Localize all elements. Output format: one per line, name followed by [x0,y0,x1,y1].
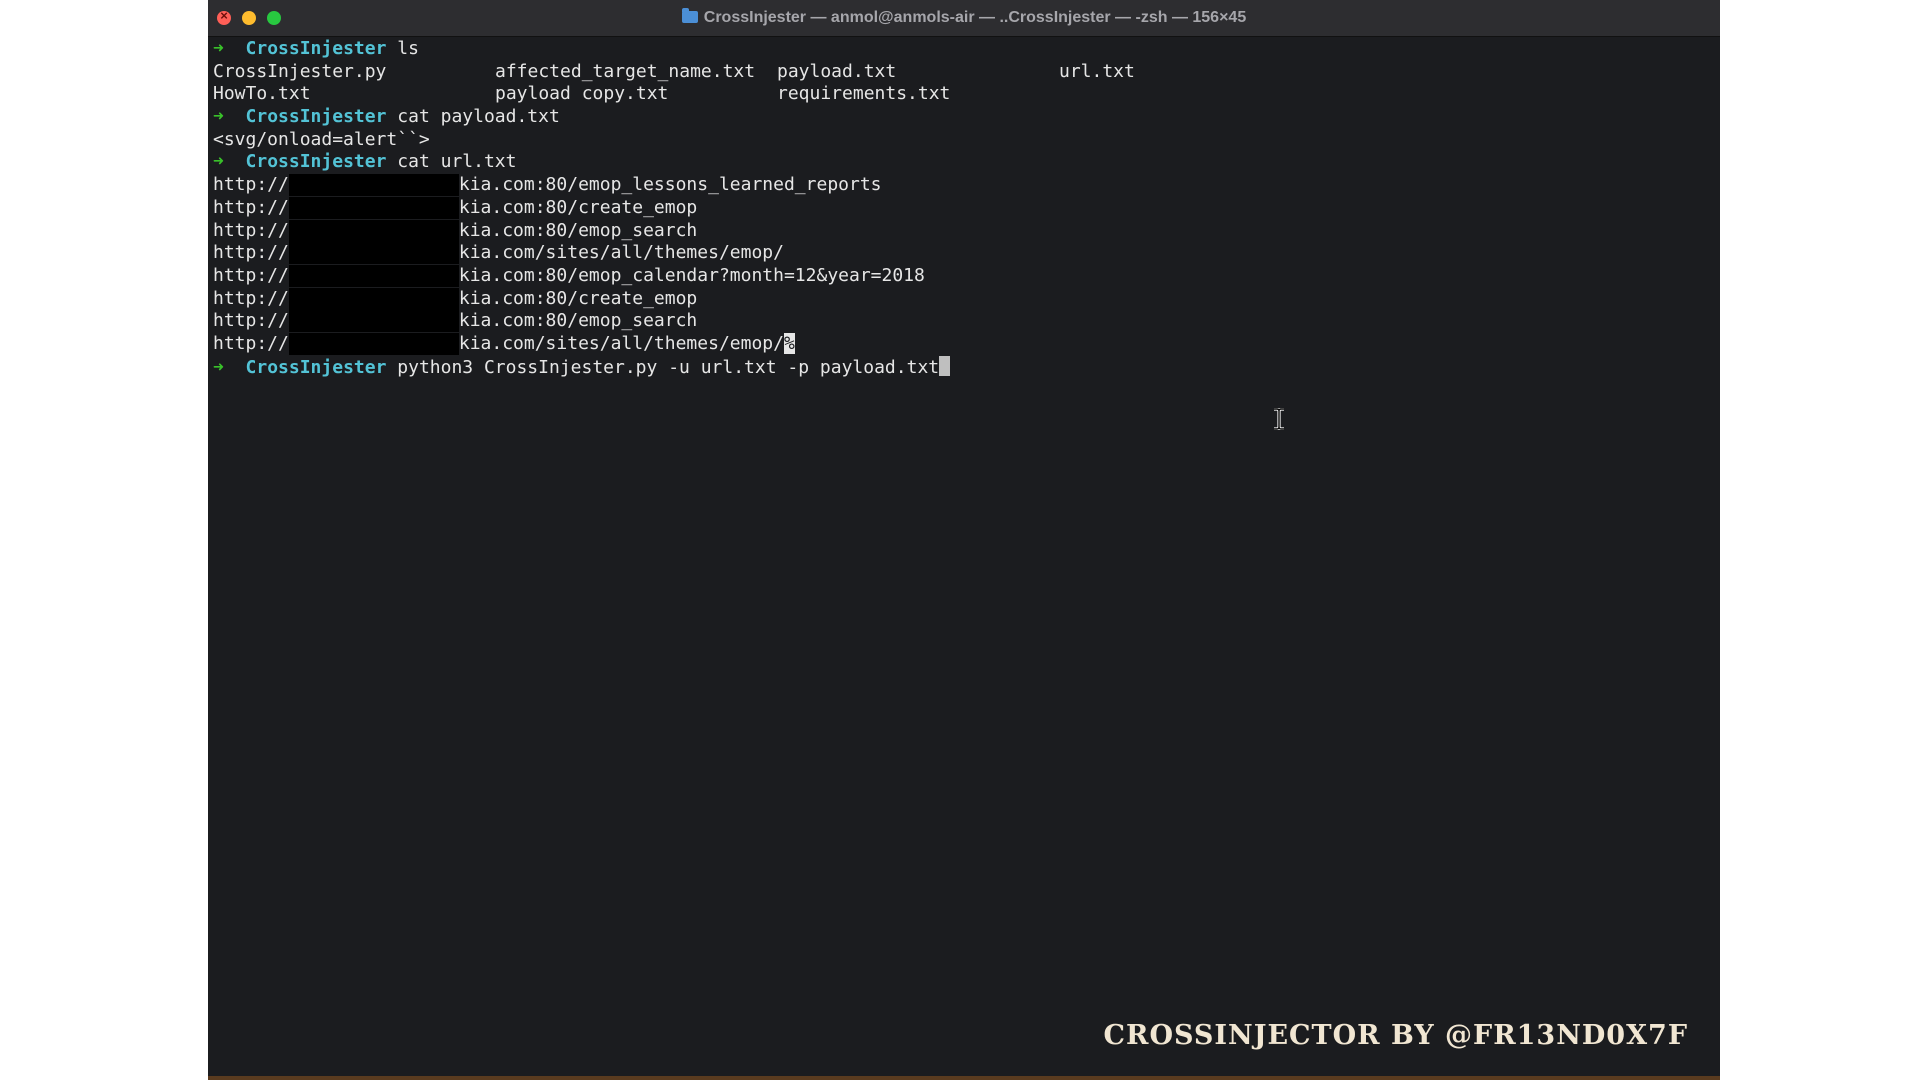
prompt-arrow: ➜ [213,106,224,128]
url-suffix: kia.com:80/emop_search [458,219,698,241]
title-bar[interactable]: CrossInjester — anmol@anmols-air — ..Cro… [208,0,1720,37]
ls-output-row: CrossInjester.py affected_target_name.tx… [213,61,1720,84]
folder-icon [681,8,698,23]
redaction-block [288,332,459,355]
url-suffix: kia.com:80/create_emop [458,287,698,309]
url-line: http:// kia.com:80/emop_search [213,310,1720,333]
prompt-line: ➜ CrossInjester ls [213,38,1720,61]
redaction-block [288,310,459,333]
terminal-window[interactable]: CrossInjester — anmol@anmols-air — ..Cro… [208,0,1720,1080]
file-entry: HowTo.txt [213,83,311,105]
ibeam-cursor-icon [1274,408,1284,430]
redaction-block [288,264,459,287]
prompt-arrow: ➜ [213,356,224,378]
command-text: cat payload.txt [397,106,560,128]
url-prefix: http:// [213,310,289,332]
url-line: http:// kia.com:80/emop_calendar?month=12… [213,264,1720,288]
prompt-directory: CrossInjester [245,356,387,378]
window-title: CrossInjester — anmol@anmols-air — ..Cro… [208,0,1720,36]
prompt-line: ➜ CrossInjester cat url.txt [213,151,1720,174]
file-entry: requirements.txt [777,83,951,105]
url-prefix: http:// [213,196,289,218]
url-prefix: http:// [213,264,289,286]
url-prefix: http:// [213,287,289,309]
url-line: http:// kia.com:80/create_emop [213,287,1720,311]
eol-marker: % [783,332,795,354]
url-prefix: http:// [213,242,289,264]
file-entry: payload.txt [777,60,897,82]
prompt-line: ➜ CrossInjester cat payload.txt [213,106,1720,129]
ls-output-row: HowTo.txt payload copy.txt requirements.… [213,83,1720,106]
url-line: http:// kia.com:80/emop_search [213,219,1720,243]
url-prefix: http:// [213,219,289,241]
url-suffix: kia.com:80/emop_search [458,310,698,332]
url-line: http:// kia.com/sites/all/themes/emop/ [213,242,1720,265]
file-entry: payload copy.txt [495,83,669,105]
command-text: ls [397,38,419,59]
url-line: http:// kia.com/sites/all/themes/emop/% [213,332,1720,356]
command-text: cat url.txt [397,151,517,173]
watermark-text: CROSSINJECTOR BY @FR13ND0X7F [1103,1020,1688,1051]
url-prefix: http:// [213,174,289,196]
file-entry: url.txt [1059,60,1135,82]
text-cursor [939,355,951,376]
url-suffix: kia.com/sites/all/themes/emop/ [458,242,784,264]
payload-output: <svg/onload=alert``> [213,128,430,150]
prompt-directory: CrossInjester [245,38,387,59]
redaction-block [288,219,459,242]
redaction-block [288,242,459,265]
redaction-block [288,196,459,219]
prompt-directory: CrossInjester [245,106,387,128]
url-line: http:// kia.com:80/emop_lessons_learned_r… [213,174,1720,197]
prompt-directory: CrossInjester [245,151,387,173]
window-bottom-edge [208,1076,1720,1080]
terminal-content[interactable]: ➜ CrossInjester ls CrossInjester.py affe… [213,38,1720,1080]
prompt-arrow: ➜ [213,38,224,59]
url-line: http:// kia.com:80/create_emop [213,196,1720,220]
url-prefix: http:// [213,332,289,354]
window-title-text: CrossInjester — anmol@anmols-air — ..Cro… [703,9,1247,26]
file-entry: CrossInjester.py [213,60,387,82]
redaction-block [288,174,459,197]
url-suffix: kia.com/sites/all/themes/emop/ [458,332,784,354]
url-suffix: kia.com:80/emop_lessons_learned_reports [458,174,882,196]
current-prompt-line[interactable]: ➜ CrossInjester python3 CrossInjester.py… [213,355,1720,379]
prompt-arrow: ➜ [213,151,224,173]
url-suffix: kia.com:80/emop_calendar?month=12&year=2… [458,264,925,286]
command-input[interactable]: python3 CrossInjester.py -u url.txt -p p… [397,357,939,378]
file-entry: affected_target_name.txt [495,60,756,82]
redaction-block [288,287,459,310]
url-suffix: kia.com:80/create_emop [458,196,698,218]
